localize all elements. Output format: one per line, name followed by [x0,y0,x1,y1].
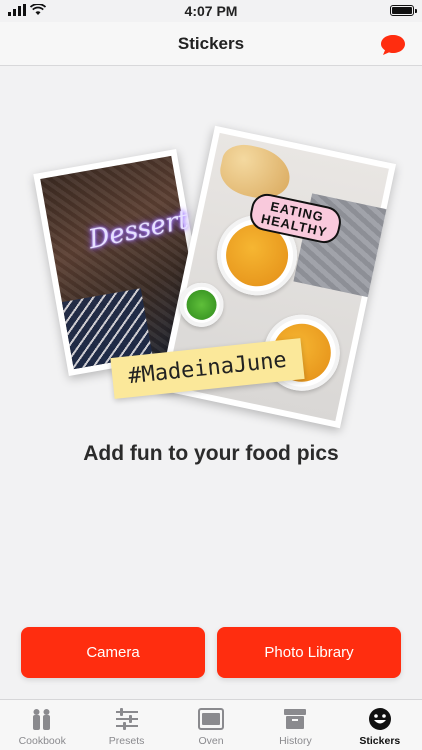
sliders-icon [114,706,140,732]
battery-indicator [390,5,417,16]
page-title: Stickers [177,33,245,53]
chat-button[interactable] [380,32,406,58]
status-bar: 4:07 PM [0,0,422,22]
tab-label: Cookbook [18,735,66,747]
tagline: Add fun to your food pics [83,442,339,465]
signal-wifi-indicators [8,4,46,16]
tab-bar: Cookbook Presets Oven History Stickers [0,699,422,750]
photo-library-button[interactable]: Photo Library [217,627,401,678]
clock: 4:07 PM [184,3,238,19]
oven-icon [198,706,225,732]
navigation-bar: Stickers [0,22,422,66]
sticker-preview-collage: Dessert EATING HEALTHY #MadeinaJune [33,125,397,430]
tab-stickers[interactable]: Stickers [338,700,422,750]
tab-cookbook[interactable]: Cookbook [0,700,84,750]
tab-oven[interactable]: Oven [169,700,253,750]
battery-icon [390,5,417,16]
tab-label: Presets [108,735,145,747]
tab-presets[interactable]: Presets [84,700,168,750]
smiley-icon [367,706,393,732]
camera-button[interactable]: Camera [21,627,205,678]
tab-label: Stickers [359,735,401,747]
chat-bubble-icon [381,35,405,55]
tab-label: Oven [198,735,224,747]
salt-pepper-icon [29,706,55,732]
tab-history[interactable]: History [253,700,337,750]
archive-box-icon [282,706,308,732]
signal-icon [8,4,26,16]
tab-label: History [279,735,312,747]
wifi-icon [30,4,46,15]
